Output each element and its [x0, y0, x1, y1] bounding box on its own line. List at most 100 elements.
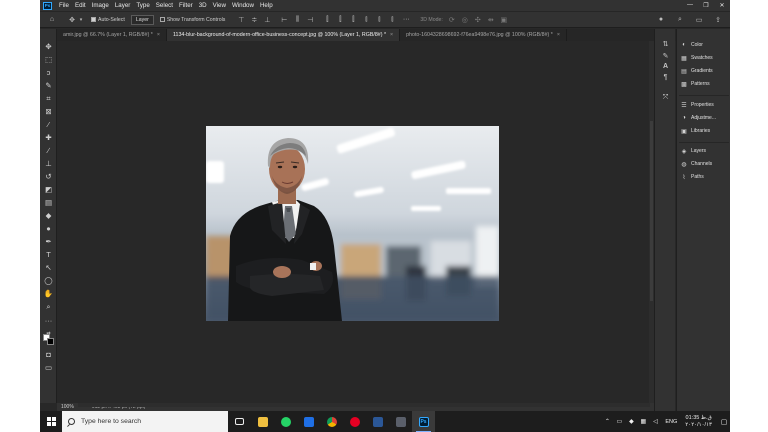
move-tool-preset-icon[interactable]: ✥ — [68, 16, 76, 24]
distribute-bottom-icon[interactable]: ⫿ — [349, 16, 357, 24]
move-tool-icon[interactable]: ✥ — [40, 41, 57, 52]
auto-select-dropdown[interactable]: Layer — [130, 14, 154, 25]
chrome-button[interactable] — [320, 411, 343, 432]
auto-select-checkbox[interactable] — [91, 17, 96, 22]
panel-channels[interactable]: ◍ Channels — [681, 159, 712, 169]
user-icon[interactable]: ● — [657, 16, 665, 24]
align-top-icon[interactable]: ⊤ — [237, 16, 245, 24]
share-icon[interactable]: ⇪ — [714, 16, 722, 24]
3d-scale-icon[interactable]: ▣ — [500, 16, 508, 24]
align-left-icon[interactable]: ⊢ — [280, 16, 288, 24]
distribute-left-icon[interactable]: ⫾ — [362, 16, 370, 24]
file-explorer-button[interactable] — [251, 411, 274, 432]
close-window-button[interactable]: ✕ — [714, 2, 730, 9]
healing-brush-tool-icon[interactable]: ✚ — [40, 132, 57, 143]
3d-roll-icon[interactable]: ◎ — [461, 16, 469, 24]
3d-slide-icon[interactable]: ⇹ — [487, 16, 495, 24]
eraser-tool-icon[interactable]: ◩ — [40, 184, 57, 195]
onedrive-button[interactable] — [389, 411, 412, 432]
edit-toolbar-icon[interactable]: ··· — [40, 315, 57, 326]
shape-tool-icon[interactable]: ◯ — [40, 275, 57, 286]
transform-controls-checkbox[interactable] — [159, 17, 165, 22]
auto-select-option[interactable]: Auto-Select — [91, 17, 125, 23]
menu-select[interactable]: Select — [153, 2, 176, 9]
path-select-tool-icon[interactable]: ↖ — [40, 262, 57, 273]
screen-mode-icon[interactable]: ▭ — [40, 362, 57, 373]
panel-color[interactable]: ◐ Color — [681, 40, 703, 50]
character-icon[interactable]: A — [661, 62, 670, 71]
panel-swatches[interactable]: ▦ Swatches — [681, 53, 713, 63]
menu-type[interactable]: Type — [133, 2, 152, 9]
tab-photo[interactable]: photo-1604328698692-f76ea9498e76.jpg @ 1… — [400, 29, 567, 41]
brush-tool-icon[interactable]: ∕ — [40, 145, 57, 156]
zoom-level[interactable]: 100% — [57, 404, 78, 410]
volume-icon[interactable]: ◁ — [650, 418, 660, 425]
brush-settings-icon[interactable]: ✎ — [661, 51, 670, 60]
menu-file[interactable]: File — [56, 2, 72, 9]
workspace-icon[interactable]: ▭ — [695, 16, 703, 24]
maximize-button[interactable]: ❐ — [698, 2, 714, 9]
align-hcenter-icon[interactable]: ⫼ — [293, 16, 301, 24]
language-indicator[interactable]: ENG — [665, 419, 677, 425]
menu-window[interactable]: Window — [229, 2, 257, 9]
document-image[interactable] — [206, 126, 499, 321]
panel-adjustments[interactable]: ◑ Adjustme... — [681, 113, 716, 123]
menu-help[interactable]: Help — [257, 2, 276, 9]
panel-layers[interactable]: ◈ Layers — [681, 146, 706, 156]
distribute-vcenter-icon[interactable]: ⫿ — [336, 16, 344, 24]
home-icon[interactable]: ⌂ — [48, 16, 56, 24]
hand-tool-icon[interactable]: ✋ — [40, 288, 57, 299]
panel-properties[interactable]: ☰ Properties — [681, 100, 714, 110]
menu-filter[interactable]: Filter — [176, 2, 196, 9]
panel-paths[interactable]: ⌇ Paths — [681, 172, 704, 182]
navigator-icon[interactable]: ⤧ — [661, 93, 670, 102]
pen-tool-icon[interactable]: ✒ — [40, 236, 57, 247]
dodge-tool-icon[interactable]: ● — [40, 223, 57, 234]
word-button[interactable] — [366, 411, 389, 432]
eyedropper-tool-icon[interactable]: ⁄ — [40, 119, 57, 130]
close-icon[interactable]: × — [390, 32, 393, 38]
panel-libraries[interactable]: ▣ Libraries — [681, 126, 710, 136]
3d-pan-icon[interactable]: ✣ — [474, 16, 482, 24]
clock[interactable]: 01:35 ق.ظ ۲۰۲۰/۱۰/۱۳ — [685, 415, 712, 429]
scroll-thumb[interactable] — [650, 121, 653, 301]
align-vcenter-icon[interactable]: ≑ — [250, 16, 258, 24]
type-tool-icon[interactable]: T — [40, 249, 57, 260]
history-icon[interactable]: ⇅ — [661, 39, 670, 48]
minimize-button[interactable]: — — [682, 2, 698, 9]
preset-chevron-icon[interactable]: ▾ — [77, 16, 85, 24]
dropbox-button[interactable] — [297, 411, 320, 432]
menu-view[interactable]: View — [210, 2, 229, 9]
task-view-button[interactable] — [228, 411, 251, 432]
3d-orbit-icon[interactable]: ⟳ — [448, 16, 456, 24]
frame-tool-icon[interactable]: ⊠ — [40, 106, 57, 117]
panel-gradients[interactable]: ▤ Gradients — [681, 66, 713, 76]
auto-select-target[interactable]: Layer — [130, 14, 154, 25]
more-options-icon[interactable]: ··· — [402, 16, 410, 24]
close-icon[interactable]: × — [157, 32, 160, 38]
menu-edit[interactable]: Edit — [72, 2, 89, 9]
whatsapp-button[interactable] — [274, 411, 297, 432]
quick-mask-icon[interactable]: ◘ — [40, 349, 57, 360]
tab-amir[interactable]: amir.jpg @ 66.7% (Layer 1, RGB/8#) * × — [57, 29, 167, 41]
history-brush-tool-icon[interactable]: ↺ — [40, 171, 57, 182]
menu-image[interactable]: Image — [89, 2, 112, 9]
paragraph-icon[interactable]: ¶ — [661, 73, 670, 82]
dropbox-tray-icon[interactable]: ◆ — [626, 418, 636, 425]
menu-3d[interactable]: 3D — [196, 2, 210, 9]
photoshop-taskbar-button[interactable]: Ps — [412, 411, 435, 432]
pinterest-button[interactable] — [343, 411, 366, 432]
notification-icon[interactable]: ▢ — [718, 418, 730, 426]
horizontal-scrollbar[interactable] — [78, 403, 650, 407]
panel-patterns[interactable]: ▩ Patterns — [681, 79, 709, 89]
align-right-icon[interactable]: ⊣ — [306, 16, 314, 24]
stamp-tool-icon[interactable]: ⊥ — [40, 158, 57, 169]
network-icon[interactable]: ▦ — [638, 418, 648, 425]
lasso-tool-icon[interactable]: ↄ — [40, 67, 57, 78]
transform-controls-option[interactable]: Show Transform Controls — [159, 17, 225, 23]
search-icon[interactable]: ⌕ — [676, 16, 684, 24]
background-color-swatch[interactable] — [47, 338, 54, 345]
zoom-tool-icon[interactable]: ⌕ — [40, 301, 57, 312]
chevron-up-icon[interactable]: ⌃ — [602, 418, 612, 425]
close-icon[interactable]: × — [557, 32, 560, 38]
